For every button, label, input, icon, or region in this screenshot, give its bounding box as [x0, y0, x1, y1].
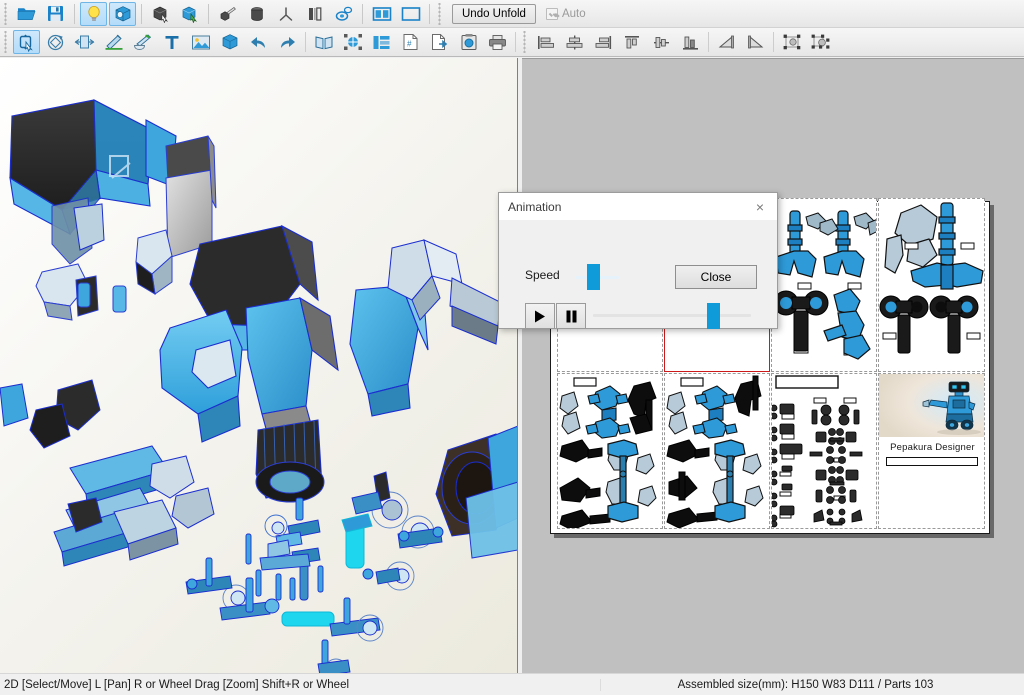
progress-slider-thumb[interactable] [707, 303, 720, 329]
auto-checkbox[interactable]: Auto [546, 8, 586, 20]
checkmark-icon [546, 8, 558, 20]
pause-button[interactable] [556, 303, 586, 329]
align-center-horizontal-button[interactable] [561, 30, 588, 54]
toolbar-divider [429, 4, 430, 24]
speed-slider-thumb[interactable] [587, 264, 600, 290]
animation-dialog[interactable]: Animation × Speed Close [498, 192, 778, 329]
toolbar-grip[interactable] [2, 3, 10, 25]
flip-vertical-button[interactable] [742, 30, 769, 54]
open-file-button[interactable] [13, 2, 40, 26]
undo-unfold-button[interactable]: Undo Unfold [452, 4, 536, 24]
status-hint-text: 2D [Select/Move] L [Pan] R or Wheel Drag… [0, 679, 349, 691]
paint-flap-tool-button[interactable] [129, 30, 156, 54]
status-bar: 2D [Select/Move] L [Pan] R or Wheel Drag… [0, 673, 1024, 695]
dialog-body: Speed Close [499, 221, 777, 329]
page-cell[interactable] [878, 198, 985, 372]
add-text-button[interactable] [158, 30, 185, 54]
align-middle-vertical-button[interactable] [648, 30, 675, 54]
capture-image-button[interactable] [455, 30, 482, 54]
cone-tool-button[interactable] [272, 2, 299, 26]
cut-line-tool-button[interactable] [100, 30, 127, 54]
toolbar2-divider [708, 32, 709, 52]
play-triangle-icon [534, 310, 546, 323]
toolbar2-grip[interactable] [2, 31, 10, 53]
layout-parts-button[interactable] [368, 30, 395, 54]
page-parts [772, 374, 877, 529]
caption-flap-box [886, 457, 978, 466]
texture-toggle-button[interactable] [109, 2, 136, 26]
secondary-toolbar: # [0, 28, 1024, 57]
align-right-button[interactable] [590, 30, 617, 54]
speed-label: Speed [525, 268, 560, 282]
toolbar-grip-2[interactable] [436, 3, 444, 25]
main-toolbar: Undo Unfold Auto [0, 0, 1024, 28]
align-top-button[interactable] [619, 30, 646, 54]
align-bottom-button[interactable] [677, 30, 704, 54]
single-view-button[interactable] [397, 2, 424, 26]
page-cell[interactable] [771, 198, 877, 372]
toolbar2-divider [515, 32, 516, 52]
page-cell[interactable] [771, 373, 877, 529]
exploded-model-render [0, 58, 518, 673]
assembled-size-text: Assembled size(mm): H150 W83 D111 / Part… [600, 679, 1024, 691]
print-button[interactable] [484, 30, 511, 54]
thumbnail-caption: Pepakura Designer [879, 442, 985, 453]
redo-button[interactable] [274, 30, 301, 54]
page-number-button[interactable]: # [397, 30, 424, 54]
toolbar-divider [208, 4, 209, 24]
select-face-button[interactable] [147, 2, 174, 26]
cylinder-tool-button[interactable] [243, 2, 270, 26]
group-parts-button[interactable] [778, 30, 805, 54]
show-flaps-button[interactable] [80, 2, 107, 26]
page-cell-thumbnail[interactable]: Pepakura Designer [878, 373, 985, 529]
select-move-tool-button[interactable] [13, 30, 40, 54]
undo-button[interactable] [245, 30, 272, 54]
page-cell[interactable] [664, 373, 770, 529]
dialog-title: Animation [508, 200, 747, 214]
page-parts [558, 374, 663, 529]
unfold-pattern-pane[interactable]: Pepakura Designer [522, 58, 1024, 673]
progress-slider-track[interactable] [593, 314, 751, 317]
join-faces-button[interactable] [214, 2, 241, 26]
toolbar2-grip-2[interactable] [521, 31, 529, 53]
flip-horizontal-button[interactable] [713, 30, 740, 54]
pause-bars-icon [566, 310, 577, 323]
application-window: Undo Unfold Auto [0, 0, 1024, 695]
toolbar-divider [141, 4, 142, 24]
add-image-button[interactable] [187, 30, 214, 54]
select-part-button[interactable] [176, 2, 203, 26]
ungroup-parts-button[interactable] [807, 30, 834, 54]
page-cell[interactable] [557, 373, 663, 529]
save-file-button[interactable] [42, 2, 69, 26]
page-parts [879, 199, 985, 372]
play-button[interactable] [525, 303, 555, 329]
model-viewport-3d[interactable] [0, 58, 518, 673]
rotate-3d-button[interactable] [330, 2, 357, 26]
toolbar-divider [362, 4, 363, 24]
toolbar-divider [74, 4, 75, 24]
model-preview-image [879, 374, 985, 437]
fit-to-page-button[interactable] [339, 30, 366, 54]
close-button[interactable]: Close [675, 265, 757, 289]
align-left-button[interactable] [532, 30, 559, 54]
toolbar2-divider [773, 32, 774, 52]
auto-checkbox-label: Auto [562, 8, 586, 20]
page-parts [772, 199, 877, 372]
join-disjoin-tool-button[interactable] [71, 30, 98, 54]
unfold-button[interactable] [310, 30, 337, 54]
page-parts [665, 374, 770, 529]
export-page-button[interactable] [426, 30, 453, 54]
dual-view-button[interactable] [368, 2, 395, 26]
close-icon[interactable]: × [747, 195, 773, 219]
toolbar2-divider [305, 32, 306, 52]
svg-text:#: # [407, 40, 412, 49]
add-3d-shape-button[interactable] [216, 30, 243, 54]
rotate-part-tool-button[interactable] [42, 30, 69, 54]
dialog-titlebar[interactable]: Animation × [499, 193, 777, 221]
split-parts-button[interactable] [301, 2, 328, 26]
